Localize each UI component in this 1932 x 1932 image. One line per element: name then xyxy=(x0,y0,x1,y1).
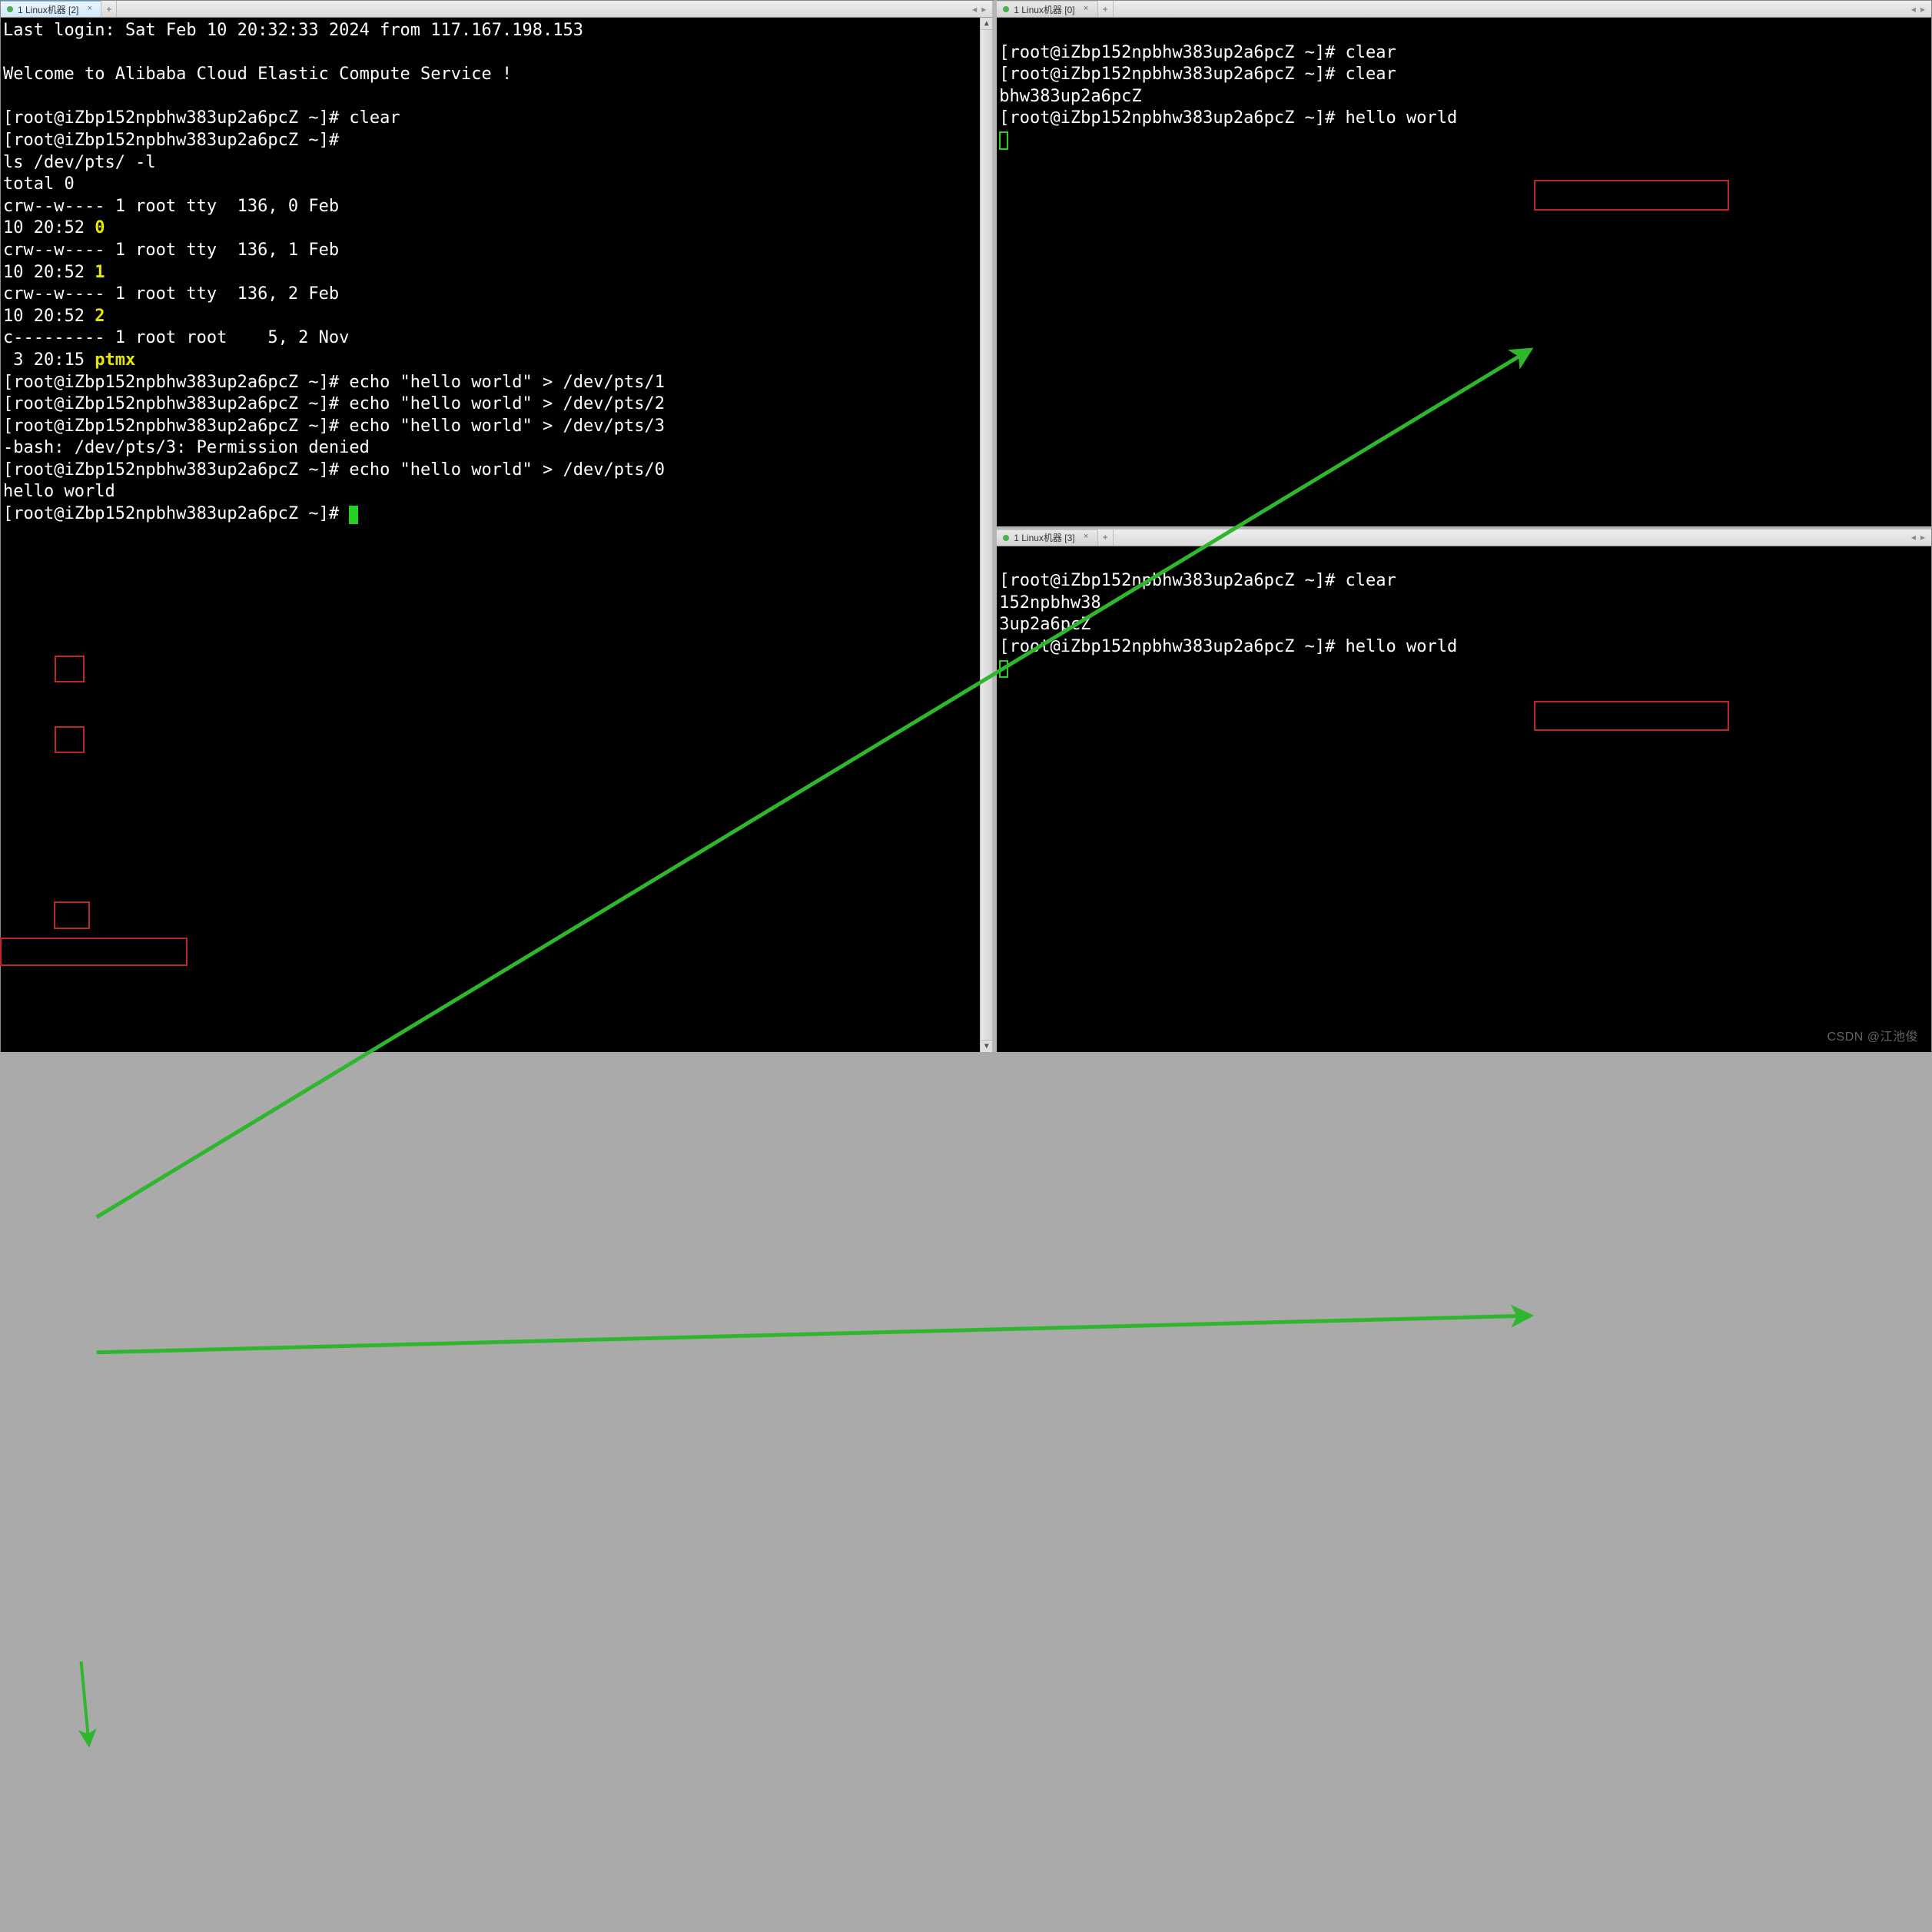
status-dot-icon xyxy=(7,6,13,12)
terminal-br[interactable]: [root@iZbp152npbhw383up2a6pcZ ~]# clear … xyxy=(999,549,1931,681)
tab-bar-br: 1 Linux机器 [3] × + ◂ ▸ xyxy=(997,529,1931,546)
status-dot-icon xyxy=(1003,6,1009,12)
tab-br-label: 1 Linux机器 [3] xyxy=(1014,531,1074,544)
annotation-arrow xyxy=(81,1661,89,1744)
add-tab-button[interactable]: + xyxy=(101,1,117,17)
close-icon[interactable]: × xyxy=(1081,533,1091,543)
tab-nav: ◂ ▸ xyxy=(1905,529,1931,546)
add-tab-button[interactable]: + xyxy=(1098,1,1114,17)
annotation-arrow xyxy=(97,1316,1530,1353)
tab-tr[interactable]: 1 Linux机器 [0] × xyxy=(997,1,1097,17)
terminal-tr[interactable]: [root@iZbp152npbhw383up2a6pcZ ~]# clear … xyxy=(999,20,1931,152)
tab-left[interactable]: 1 Linux机器 [2] × xyxy=(1,1,101,17)
close-icon[interactable]: × xyxy=(1081,5,1091,15)
tab-nav: ◂ ▸ xyxy=(1905,1,1931,17)
watermark: CSDN @江池俊 xyxy=(1827,1026,1918,1044)
tab-left-label: 1 Linux机器 [2] xyxy=(18,3,78,16)
terminal-wrap-tr: [root@iZbp152npbhw383up2a6pcZ ~]# clear … xyxy=(997,18,1931,526)
chevron-left-icon[interactable]: ◂ xyxy=(1911,532,1916,543)
terminal-wrap-br: [root@iZbp152npbhw383up2a6pcZ ~]# clear … xyxy=(997,546,1931,1053)
chevron-left-icon[interactable]: ◂ xyxy=(972,4,977,15)
tab-tr-label: 1 Linux机器 [0] xyxy=(1014,3,1074,16)
tab-nav: ◂ ▸ xyxy=(966,1,992,17)
tab-br[interactable]: 1 Linux机器 [3] × xyxy=(997,529,1097,546)
terminal-grid: 1 Linux机器 [2] × + ◂ ▸ Last login: Sat Fe… xyxy=(0,0,1932,1052)
chevron-left-icon[interactable]: ◂ xyxy=(1911,4,1916,15)
scrollbar-left[interactable]: ▲ ▼ xyxy=(980,18,992,1052)
close-icon[interactable]: × xyxy=(85,5,95,15)
chevron-right-icon[interactable]: ▸ xyxy=(1920,4,1925,15)
pane-bottom-right: 1 Linux机器 [3] × + ◂ ▸ [root@iZbp152npbhw… xyxy=(997,526,1932,1053)
add-tab-button[interactable]: + xyxy=(1098,529,1114,546)
scroll-track[interactable] xyxy=(981,30,992,1040)
chevron-right-icon[interactable]: ▸ xyxy=(1920,532,1925,543)
terminal-wrap-left: Last login: Sat Feb 10 20:32:33 2024 fro… xyxy=(1,18,992,1052)
chevron-right-icon[interactable]: ▸ xyxy=(981,4,986,15)
scroll-up-icon[interactable]: ▲ xyxy=(981,18,992,30)
pane-top-right: 1 Linux机器 [0] × + ◂ ▸ [root@iZbp152npbhw… xyxy=(997,0,1932,526)
pane-left: 1 Linux机器 [2] × + ◂ ▸ Last login: Sat Fe… xyxy=(0,0,997,1052)
tab-bar-tr: 1 Linux机器 [0] × + ◂ ▸ xyxy=(997,1,1931,18)
terminal-left[interactable]: Last login: Sat Feb 10 20:32:33 2024 fro… xyxy=(3,20,992,526)
tab-bar-left: 1 Linux机器 [2] × + ◂ ▸ xyxy=(1,1,992,18)
status-dot-icon xyxy=(1003,535,1009,541)
scroll-down-icon[interactable]: ▼ xyxy=(981,1040,992,1052)
